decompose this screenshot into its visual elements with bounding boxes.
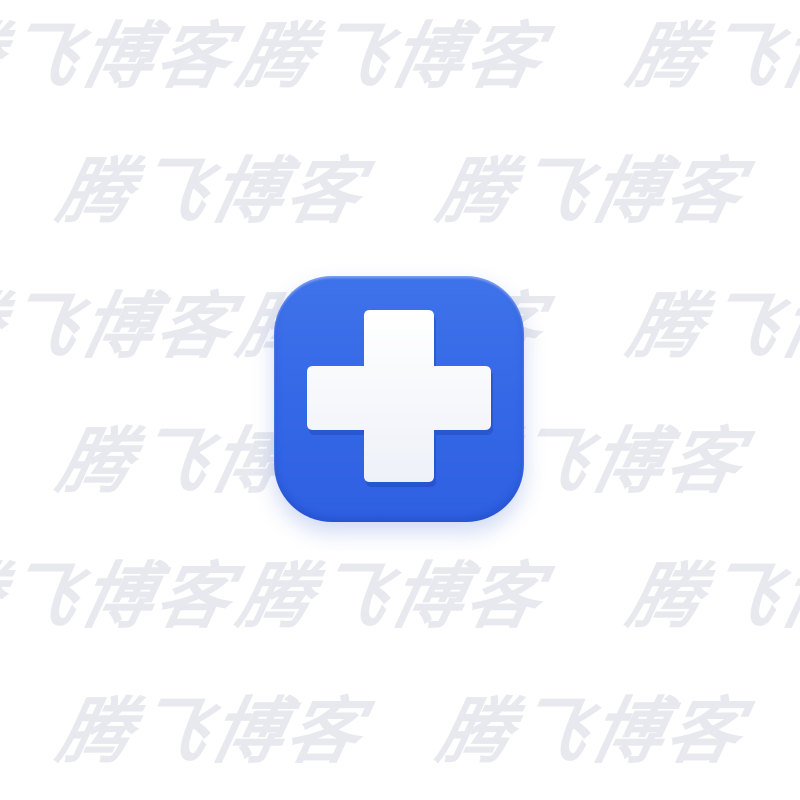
watermark-text: 腾飞博客 <box>0 284 243 368</box>
watermark-text: 腾飞博客 <box>0 14 243 98</box>
watermark-text: 腾飞博客 <box>51 149 373 233</box>
watermark-text: 腾飞博客 <box>231 14 553 98</box>
watermark-text: 腾飞博客 <box>621 14 800 98</box>
watermark-text: 腾飞博客 <box>621 284 800 368</box>
medical-cross-icon <box>307 310 493 487</box>
app-icon[interactable] <box>274 276 524 522</box>
watermark-text: 腾飞博客 <box>231 554 553 638</box>
watermark-text: 腾飞博客 <box>431 689 753 773</box>
watermark-text: 腾飞博客 <box>0 554 243 638</box>
watermark-text: 腾飞博客 <box>621 554 800 638</box>
watermark-text: 腾飞博客 <box>431 149 753 233</box>
watermark-text: 腾飞博客 <box>51 689 373 773</box>
